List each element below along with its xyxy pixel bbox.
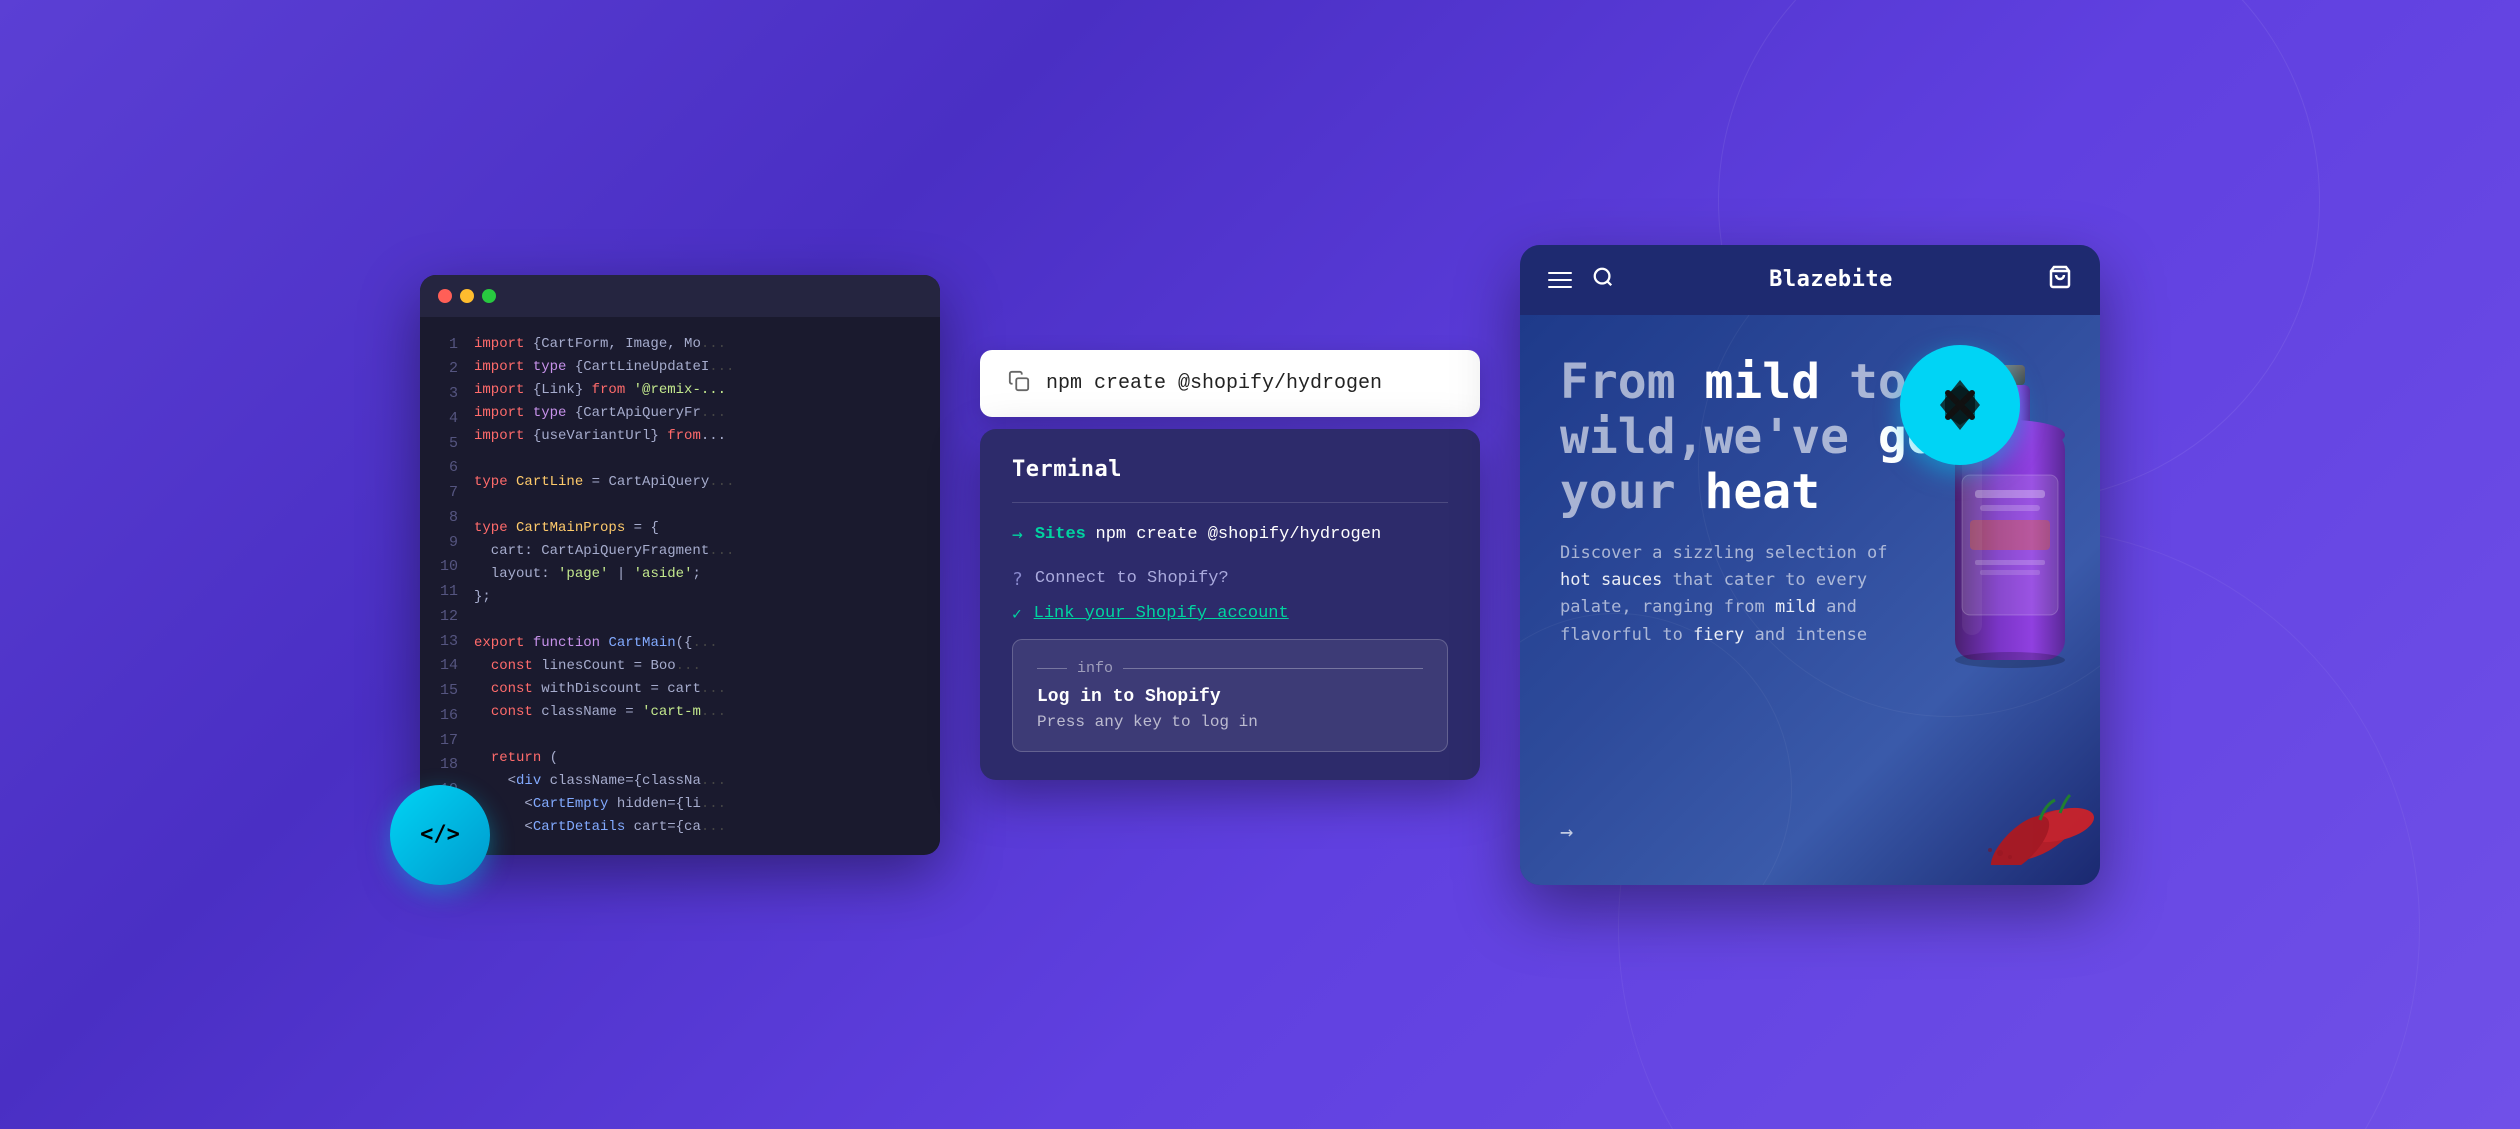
npm-command-bar: npm create @shopify/hydrogen [980, 350, 1480, 417]
hero-title-mild: mild [1705, 354, 1821, 410]
close-dot[interactable] [438, 289, 452, 303]
terminal-sites-label: Sites [1035, 525, 1086, 544]
info-subtitle: Press any key to log in [1037, 713, 1423, 731]
hero-desc-intense: and intense [1744, 625, 1867, 645]
nav-right [2048, 265, 2072, 295]
hero-title-from: From [1560, 354, 1705, 410]
hero-desc-hot: hot sauces [1560, 570, 1662, 590]
info-dash-left [1037, 668, 1067, 669]
hero-title-weve: we've [1705, 409, 1878, 465]
hamburger-line [1548, 279, 1572, 281]
terminal-info-header: info [1037, 660, 1423, 677]
blazebite-logo-shape [1930, 375, 1990, 435]
code-badge: </> [390, 785, 490, 885]
hero-desc-part1: Discover a sizzling selection of [1560, 543, 1888, 563]
pepper-decoration [1940, 765, 2100, 865]
hero-desc-mild: mild [1775, 597, 1816, 617]
terminal-divider [1012, 502, 1448, 503]
line-numbers: 12345 678910 1112131415 1617181920 2122 [420, 317, 470, 849]
hero-title-heat: heat [1705, 464, 1821, 520]
code-editor-wrapper: 12345 678910 1112131415 1617181920 2122 … [420, 275, 940, 855]
terminal-question-text: Connect to Shopify? [1035, 569, 1229, 588]
maximize-dot[interactable] [482, 289, 496, 303]
editor-body: 12345 678910 1112131415 1617181920 2122 … [420, 317, 940, 849]
hero-description: Discover a sizzling selection of hot sau… [1560, 540, 1920, 649]
hero-desc-fiery: fiery [1693, 625, 1744, 645]
info-label: info [1077, 660, 1113, 677]
shopify-hero: From mild towild,we've gotyour heat Disc… [1520, 315, 2100, 885]
code-badge-text: </> [420, 822, 460, 847]
terminal-check-mark: ✓ [1012, 604, 1022, 623]
minimize-dot[interactable] [460, 289, 474, 303]
code-editor: 12345 678910 1112131415 1617181920 2122 … [420, 275, 940, 855]
terminal-title: Terminal [1012, 457, 1448, 482]
cart-icon[interactable] [2048, 265, 2072, 295]
terminal-wrapper: npm create @shopify/hydrogen Terminal → … [980, 350, 1480, 780]
hero-title-your: your [1560, 464, 1705, 520]
terminal-arrow: → [1012, 524, 1023, 545]
terminal-answer-text: Link your Shopify account [1034, 604, 1289, 623]
terminal-question-line: ? Connect to Shopify? [1012, 569, 1448, 590]
blazebite-badge [1900, 345, 2020, 465]
hamburger-line [1548, 286, 1572, 288]
spacer [1012, 559, 1448, 569]
code-content: import {CartForm, Image, Mo... import ty… [470, 317, 940, 849]
terminal-command: npm create @shopify/hydrogen [1096, 525, 1382, 544]
nav-left [1548, 266, 1614, 294]
terminal-sites-line: → Sites npm create @shopify/hydrogen [1012, 523, 1448, 545]
terminal-info-box: info Log in to Shopify Press any key to … [1012, 639, 1448, 752]
copy-icon[interactable] [1008, 370, 1030, 397]
brand-name: Blazebite [1769, 267, 1893, 292]
terminal-question-mark: ? [1012, 569, 1023, 590]
main-container: 12345 678910 1112131415 1617181920 2122 … [0, 0, 2520, 1129]
shopify-navbar: Blazebite [1520, 245, 2100, 315]
search-icon[interactable] [1592, 266, 1614, 294]
editor-titlebar [420, 275, 940, 317]
hamburger-menu-icon[interactable] [1548, 272, 1572, 288]
terminal-panel: Terminal → Sites npm create @shopify/hyd… [980, 429, 1480, 780]
info-dash-right [1123, 668, 1423, 669]
npm-command-text: npm create @shopify/hydrogen [1046, 372, 1382, 395]
terminal-answer-line: ✓ Link your Shopify account [1012, 604, 1448, 623]
hamburger-line [1548, 272, 1572, 274]
info-title: Log in to Shopify [1037, 687, 1423, 707]
shopify-preview: Blazebite [1520, 245, 2100, 885]
